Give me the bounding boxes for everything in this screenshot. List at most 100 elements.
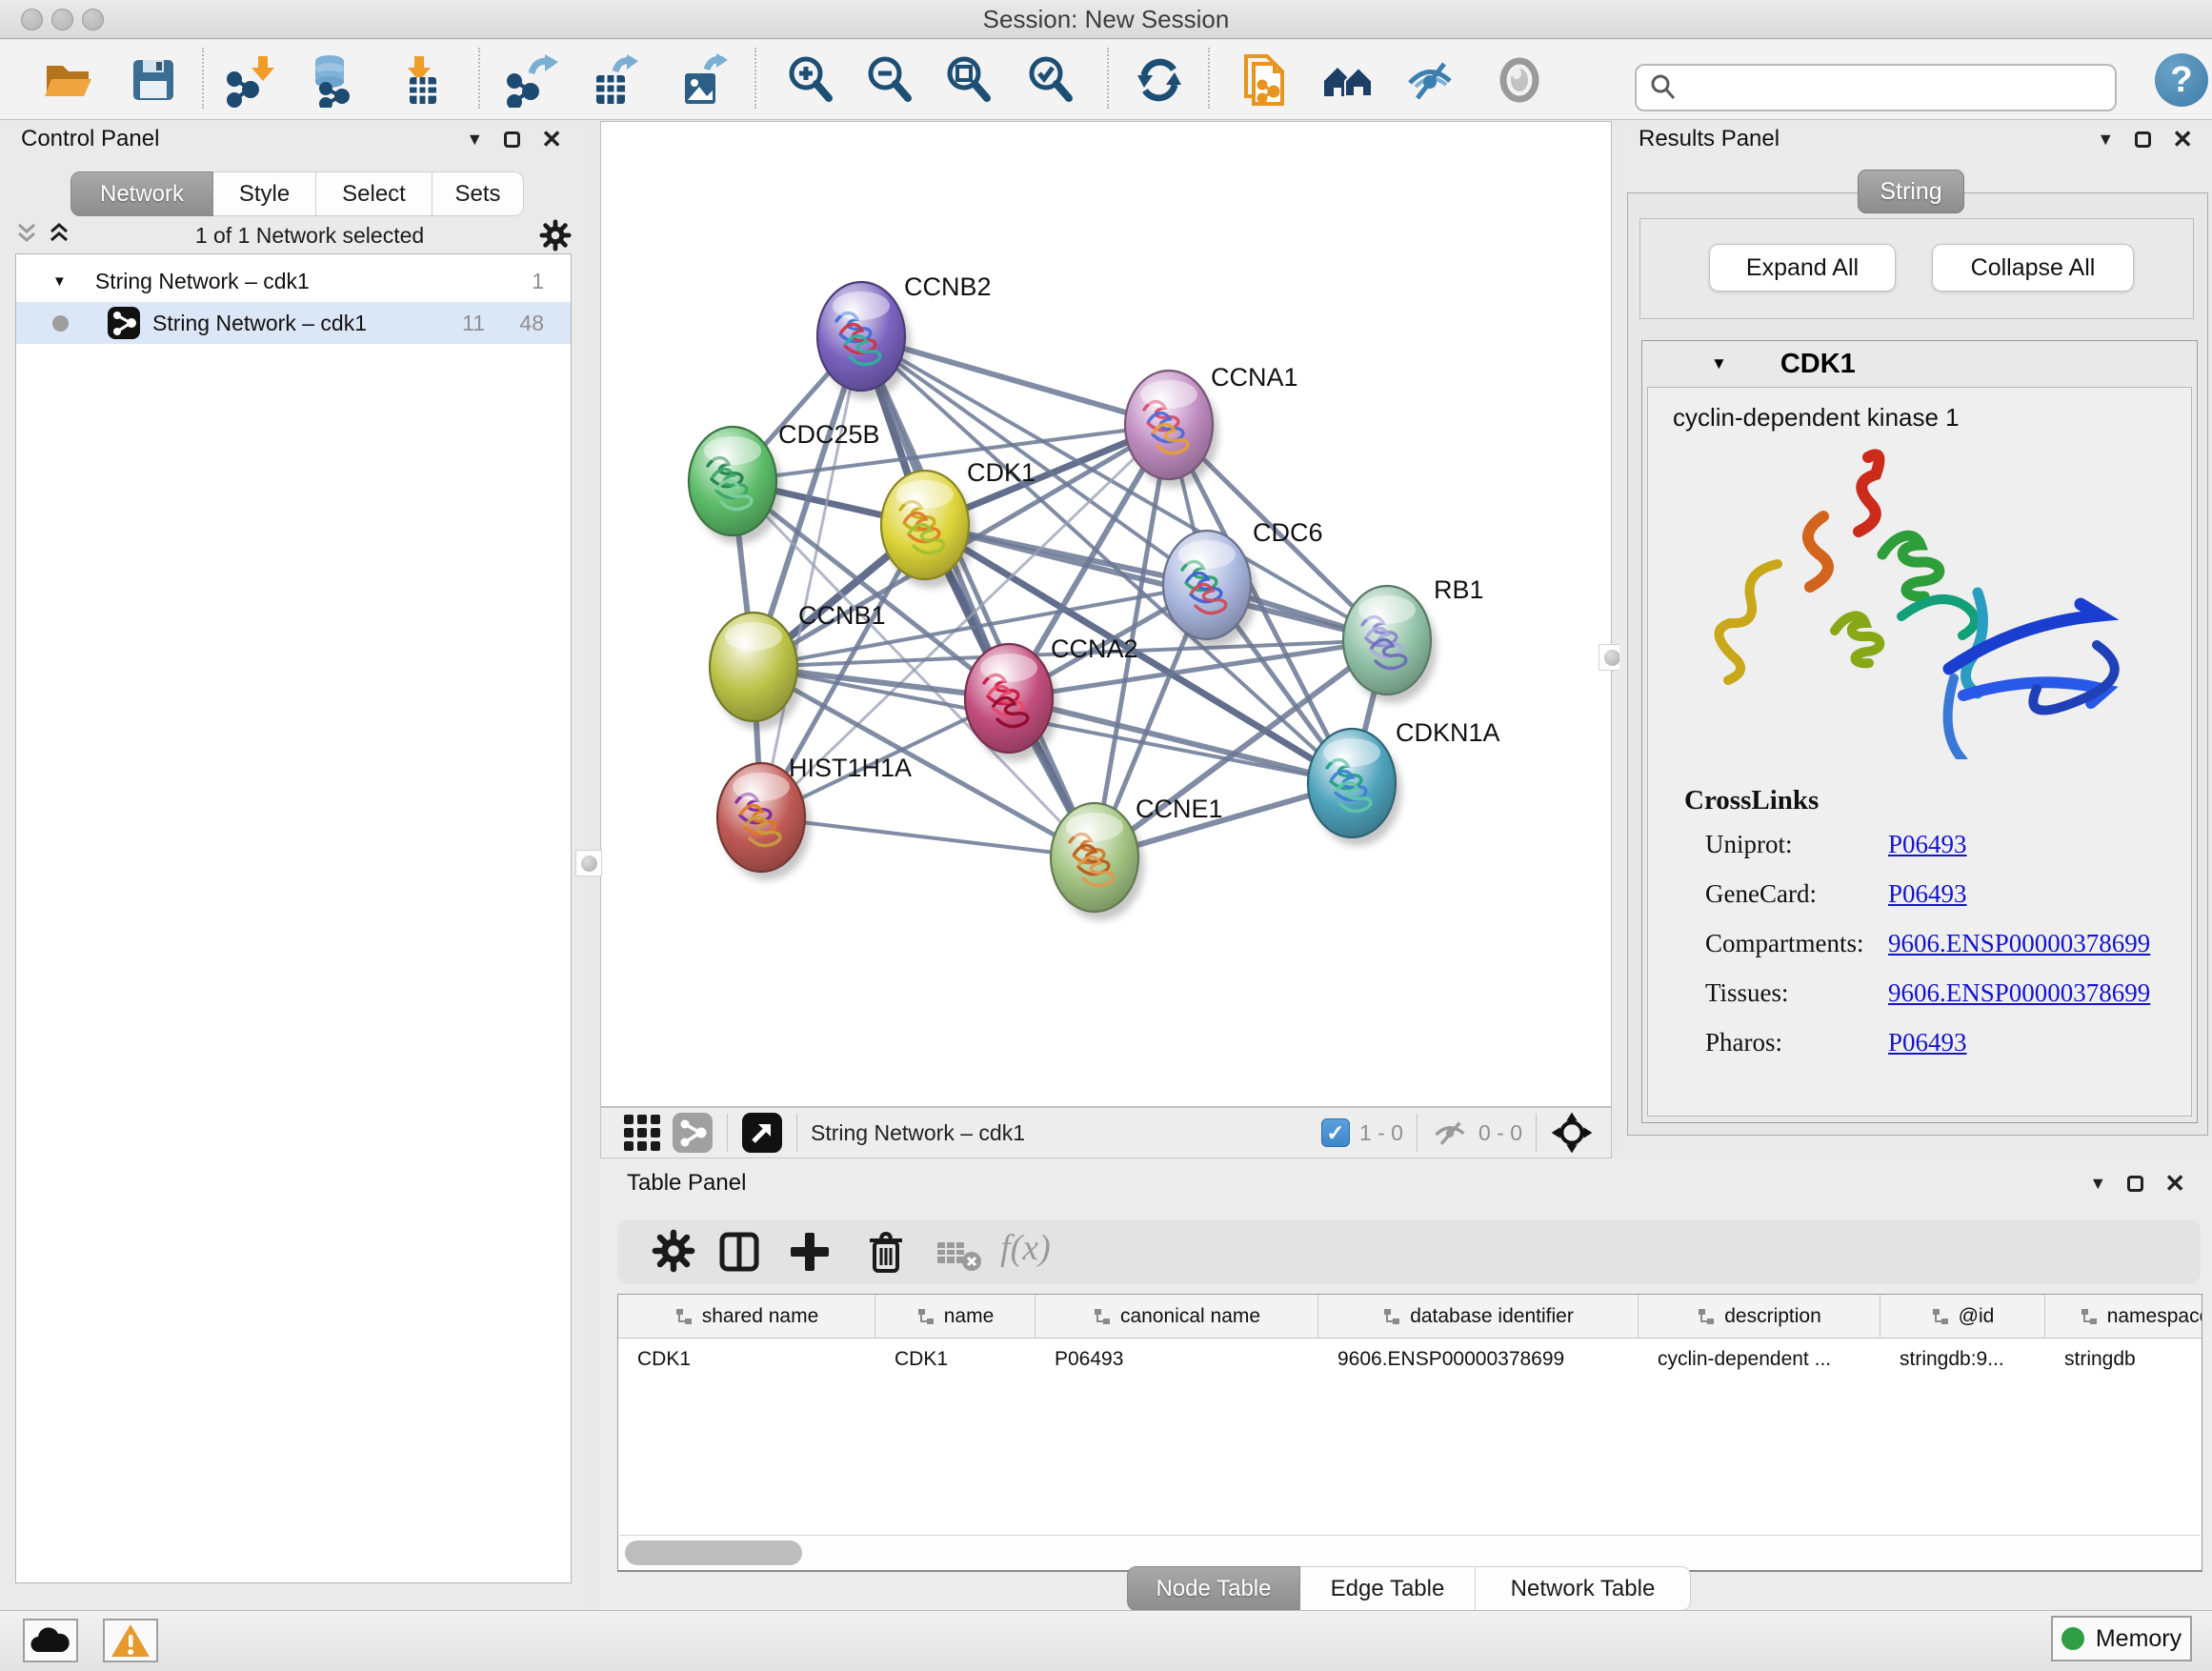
table-row[interactable]: CDK1CDK1P064939606.ENSP00000378699cyclin…	[618, 1339, 2202, 1380]
network-row[interactable]: String Network – cdk1 11 48	[16, 302, 571, 344]
network-canvas[interactable]: CCNB2CCNA1CDC25BCDK1CDC6RB1CCNB1CCNA2CDK…	[600, 121, 1612, 1107]
search-field[interactable]	[1635, 64, 2117, 111]
left-splitter-handle[interactable]	[575, 850, 602, 876]
scrollbar-thumb[interactable]	[625, 1540, 802, 1565]
column-header-name[interactable]: name	[875, 1295, 1036, 1338]
expand-all-chevron-icon[interactable]	[48, 221, 80, 250]
memory-button[interactable]: Memory	[2051, 1616, 2192, 1661]
refresh-icon[interactable]	[1132, 52, 1187, 108]
delete-column-trash-icon[interactable]	[863, 1229, 909, 1279]
network-collection-row[interactable]: ▼ String Network – cdk1 1	[16, 260, 571, 302]
close-window-button[interactable]	[21, 9, 43, 30]
column-header-shared-name[interactable]: shared name	[618, 1295, 875, 1338]
function-builder-icon[interactable]: f(x)	[1000, 1227, 1051, 1269]
table-cell[interactable]: stringdb	[2045, 1348, 2202, 1371]
collapse-panel-icon[interactable]: ▼	[2097, 130, 2114, 150]
export-table-icon[interactable]	[583, 52, 638, 108]
node-CDKN1A[interactable]: CDKN1A	[1308, 718, 1500, 846]
horizontal-scrollbar[interactable]	[619, 1535, 2201, 1569]
collection-expander-icon[interactable]: ▼	[52, 273, 67, 290]
houses-icon[interactable]	[1320, 52, 1376, 108]
node-RB1[interactable]: RB1	[1343, 575, 1484, 703]
expand-all-button[interactable]: Expand All	[1709, 244, 1896, 292]
float-panel-icon[interactable]	[2127, 1176, 2143, 1192]
float-panel-icon[interactable]	[504, 131, 520, 148]
network-view-icon[interactable]	[672, 1112, 714, 1154]
table-cell[interactable]: cyclin-dependent ...	[1639, 1348, 1880, 1371]
node-CDK1[interactable]: CDK1	[881, 458, 1036, 588]
import-network-file-icon[interactable]	[223, 52, 278, 108]
collapse-all-button[interactable]: Collapse All	[1932, 244, 2134, 292]
show-columns-icon[interactable]	[716, 1229, 762, 1279]
column-type-icon	[916, 1307, 935, 1326]
zoom-selected-icon[interactable]	[1023, 52, 1078, 108]
open-session-icon[interactable]	[40, 52, 95, 108]
node-HIST1H1A[interactable]: HIST1H1A	[717, 754, 912, 880]
table-cell[interactable]: CDK1	[875, 1348, 1036, 1371]
node-CDC6[interactable]: CDC6	[1163, 518, 1323, 648]
zoom-out-icon[interactable]	[862, 52, 917, 108]
crosslink-link[interactable]: P06493	[1888, 879, 1967, 909]
table-cell[interactable]: CDK1	[618, 1348, 875, 1371]
collapse-all-chevron-icon[interactable]	[15, 221, 48, 250]
grid-view-icon[interactable]	[622, 1113, 662, 1153]
detach-view-icon[interactable]	[741, 1112, 783, 1154]
tab-edge-table[interactable]: Edge Table	[1300, 1566, 1476, 1611]
close-panel-icon[interactable]: ✕	[541, 131, 562, 148]
tab-string[interactable]: String	[1858, 170, 1964, 213]
network-graph[interactable]: CCNB2CCNA1CDC25BCDK1CDC6RB1CCNB1CCNA2CDK…	[601, 122, 1611, 1106]
cloud-button[interactable]	[23, 1619, 78, 1662]
save-session-icon[interactable]	[126, 52, 181, 108]
warning-button[interactable]	[103, 1619, 158, 1662]
collapse-panel-icon[interactable]: ▼	[2089, 1174, 2106, 1194]
minimize-window-button[interactable]	[51, 9, 73, 30]
tab-style[interactable]: Style	[213, 171, 316, 216]
table-cell[interactable]: stringdb:9...	[1880, 1348, 2045, 1371]
import-table-file-icon[interactable]	[394, 52, 450, 108]
zoom-in-icon[interactable]	[783, 52, 838, 108]
tab-select[interactable]: Select	[316, 171, 432, 216]
gear-icon[interactable]	[539, 219, 572, 252]
zoom-window-button[interactable]	[82, 9, 104, 30]
table-options-gear-icon[interactable]	[652, 1229, 695, 1278]
crosslink-link[interactable]: P06493	[1888, 1028, 1967, 1057]
tab-sets[interactable]: Sets	[432, 171, 524, 216]
toolbar-separator	[202, 48, 204, 109]
crosslink-link[interactable]: P06493	[1888, 830, 1967, 859]
help-icon[interactable]: ?	[2155, 53, 2208, 107]
crosslink-link[interactable]: 9606.ENSP00000378699	[1888, 929, 2150, 958]
tab-network-table[interactable]: Network Table	[1476, 1566, 1691, 1611]
close-panel-icon[interactable]: ✕	[2172, 131, 2193, 148]
column-header-@id[interactable]: @id	[1880, 1295, 2045, 1338]
import-network-database-icon[interactable]	[305, 52, 360, 108]
collapse-panel-icon[interactable]: ▼	[466, 130, 483, 150]
export-web-page-icon[interactable]	[1237, 52, 1292, 108]
delete-table-icon[interactable]	[935, 1238, 985, 1278]
entry-expander-icon[interactable]: ▼	[1711, 354, 1727, 373]
crosslink-link[interactable]: 9606.ENSP00000378699	[1888, 978, 2150, 1008]
column-header-canonical-name[interactable]: canonical name	[1036, 1295, 1318, 1338]
close-panel-icon[interactable]: ✕	[2164, 1176, 2185, 1192]
export-network-icon[interactable]	[503, 52, 558, 108]
column-header-namespace[interactable]: namespace	[2045, 1295, 2202, 1338]
search-input[interactable]	[1679, 74, 2088, 101]
float-panel-icon[interactable]	[2135, 131, 2151, 148]
column-header-description[interactable]: description	[1639, 1295, 1880, 1338]
tab-network[interactable]: Network	[70, 171, 213, 216]
selected-checkbox-icon[interactable]: ✓	[1321, 1118, 1350, 1147]
hide-graphics-eye-icon[interactable]	[1402, 52, 1458, 108]
create-column-plus-icon[interactable]	[787, 1229, 833, 1279]
zoom-fit-icon[interactable]	[941, 52, 996, 108]
hidden-eye-icon[interactable]	[1431, 1114, 1469, 1152]
birds-eye-icon[interactable]	[1550, 1111, 1594, 1155]
export-image-icon[interactable]	[673, 52, 728, 108]
table-cell[interactable]: 9606.ENSP00000378699	[1318, 1348, 1639, 1371]
column-header-database-identifier[interactable]: database identifier	[1318, 1295, 1639, 1338]
node-CDC25B[interactable]: CDC25B	[689, 420, 880, 544]
node-CCNB2[interactable]: CCNB2	[817, 272, 992, 399]
node-CCNB1[interactable]: CCNB1	[710, 601, 886, 730]
tab-node-table[interactable]: Node Table	[1127, 1566, 1300, 1611]
lens-icon[interactable]	[1492, 52, 1547, 108]
table-cell[interactable]: P06493	[1036, 1348, 1318, 1371]
node-CCNE1[interactable]: CCNE1	[1051, 795, 1223, 920]
